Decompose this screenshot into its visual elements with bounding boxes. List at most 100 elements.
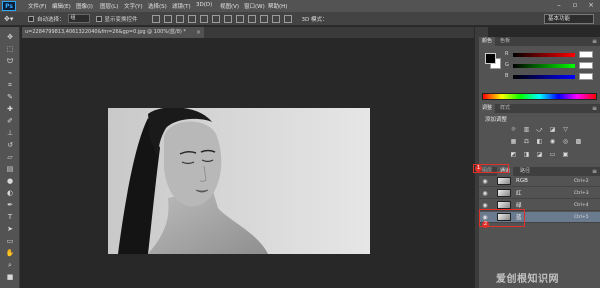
vibrance-icon[interactable]: ▽ [561, 126, 570, 134]
history-brush-icon[interactable]: ↺ [4, 141, 16, 150]
auto-select-dropdown[interactable]: 组 [67, 14, 90, 23]
menu-edit[interactable]: 编辑(E) [52, 2, 76, 10]
color-spectrum-bar[interactable] [482, 93, 597, 100]
zoom-icon[interactable]: ⌕ [4, 261, 16, 270]
align-top-icon[interactable] [151, 14, 160, 23]
channel-mixer-icon[interactable]: ◎ [561, 138, 570, 146]
brightness-icon[interactable]: ☼ [509, 126, 518, 134]
panel-menu-icon[interactable]: ≡ [592, 104, 597, 113]
invert-icon[interactable]: ◩ [509, 151, 518, 159]
align-bottom-icon[interactable] [175, 14, 184, 23]
slider-g[interactable]: G [505, 62, 595, 69]
menu-3d[interactable]: 3D(D) [196, 2, 220, 10]
quick-select-icon[interactable]: ⌁ [4, 69, 16, 78]
gradient-icon[interactable]: ▤ [4, 165, 16, 174]
align-hcenter-icon[interactable] [199, 14, 208, 23]
slider-r[interactable]: R [505, 51, 595, 58]
brush-icon[interactable]: ✐ [4, 117, 16, 126]
distribute-top-icon[interactable] [223, 14, 232, 23]
menu-select[interactable]: 选择(S) [148, 2, 172, 10]
lasso-icon[interactable]: ᗢ [4, 57, 16, 66]
shape-icon[interactable]: ▭ [4, 237, 16, 246]
show-transform-label: 显示变换控件 [104, 16, 138, 23]
workspace-dropdown[interactable]: 基本功能 [544, 14, 594, 24]
tab-styles[interactable]: 样式 [497, 104, 513, 113]
align-right-icon[interactable] [211, 14, 220, 23]
adjustment-row-3: ◩ ◨ ◪ ▭ ▣ [509, 151, 570, 159]
threshold-icon[interactable]: ◪ [535, 151, 544, 159]
foreground-color-swatch[interactable] [485, 53, 496, 64]
menu-help[interactable]: 帮助(H) [268, 2, 292, 10]
auto-select-label: 自动选择： [37, 16, 65, 23]
menu-file[interactable]: 文件(F) [28, 2, 52, 10]
tab-adjustments[interactable]: 调整 [479, 104, 496, 113]
crop-icon[interactable]: ⌗ [4, 81, 16, 90]
menu-view[interactable]: 视图(V) [220, 2, 244, 10]
minimize-icon[interactable]: – [554, 1, 564, 10]
eyedropper-icon[interactable]: ✎ [4, 93, 16, 102]
color-swatch-icon[interactable]: ■ [4, 273, 16, 282]
eraser-icon[interactable]: ▱ [4, 153, 16, 162]
auto-select-checkbox[interactable] [28, 15, 34, 22]
menu-filter[interactable]: 滤镜(T) [172, 2, 196, 10]
distribute-left-icon[interactable] [259, 14, 268, 23]
visibility-icon[interactable]: ◉ [481, 190, 489, 197]
exposure-icon[interactable]: ◪ [548, 126, 557, 134]
color-balance-icon[interactable]: ⚖ [522, 138, 531, 146]
marquee-icon[interactable]: ⬚ [4, 45, 16, 54]
path-select-icon[interactable]: ➤ [4, 225, 16, 234]
visibility-icon[interactable]: ◉ [481, 178, 489, 185]
dodge-icon[interactable]: ◐ [4, 189, 16, 198]
clone-stamp-icon[interactable]: ⊥ [4, 129, 16, 138]
color-lookup-icon[interactable]: ▩ [574, 138, 583, 146]
close-icon[interactable]: × [586, 1, 596, 10]
distribute-hcenter-icon[interactable] [271, 14, 280, 23]
channel-row[interactable]: ◉ RGB Ctrl+2 [479, 176, 600, 187]
move-tool-icon[interactable]: ✥▾ [4, 14, 22, 24]
menu-bar: Ps 文件(F) 编辑(E) 图像(I) 图层(L) 文字(Y) 选择(S) 滤… [0, 0, 600, 12]
levels-icon[interactable]: ▥ [522, 126, 531, 134]
black-white-icon[interactable]: ◧ [535, 138, 544, 146]
distribute-vcenter-icon[interactable] [235, 14, 244, 23]
gradient-map-icon[interactable]: ▭ [548, 151, 557, 159]
canvas-area[interactable] [22, 38, 474, 288]
posterize-icon[interactable]: ◨ [522, 151, 531, 159]
photoshop-window: Ps 文件(F) 编辑(E) 图像(I) 图层(L) 文字(Y) 选择(S) 滤… [0, 0, 600, 288]
selective-color-icon[interactable]: ▣ [561, 151, 570, 159]
hue-saturation-icon[interactable]: ▦ [509, 138, 518, 146]
adjustment-row-1: ☼ ▥ ⤻ ◪ ▽ [509, 126, 570, 134]
healing-brush-icon[interactable]: ✚ [4, 105, 16, 114]
menu-image[interactable]: 图像(I) [76, 2, 100, 10]
document-image[interactable] [108, 108, 370, 254]
slider-b[interactable]: B [505, 73, 595, 80]
blur-icon[interactable]: ● [4, 177, 16, 186]
channel-row[interactable]: ◉ 红 Ctrl+3 [479, 188, 600, 199]
menu-type[interactable]: 文字(Y) [124, 2, 148, 10]
move-icon[interactable]: ✥ [4, 33, 16, 42]
align-left-icon[interactable] [187, 14, 196, 23]
restore-icon[interactable]: ▫ [570, 1, 580, 10]
close-tab-icon[interactable]: × [196, 27, 201, 38]
menu-list: 文件(F) 编辑(E) 图像(I) 图层(L) 文字(Y) 选择(S) 滤镜(T… [28, 2, 292, 10]
tab-paths[interactable]: 路径 [517, 167, 533, 176]
menu-window[interactable]: 窗口(W) [244, 2, 268, 10]
photo-filter-icon[interactable]: ◉ [548, 138, 557, 146]
panel-menu-icon[interactable]: ≡ [592, 37, 597, 46]
tab-color[interactable]: 颜色 [479, 37, 496, 46]
document-tab[interactable]: u=2284799813,4061322040&fm=26&gp=0.jpg @… [22, 27, 204, 38]
distribute-bottom-icon[interactable] [247, 14, 256, 23]
menu-layer[interactable]: 图层(L) [100, 2, 124, 10]
app-logo: Ps [2, 1, 16, 11]
pen-icon[interactable]: ✒ [4, 201, 16, 210]
show-transform-checkbox[interactable] [95, 15, 102, 22]
distribute-right-icon[interactable] [283, 14, 292, 23]
panel-menu-icon[interactable]: ≡ [592, 167, 597, 176]
hand-icon[interactable]: ✋ [4, 249, 16, 258]
align-vcenter-icon[interactable] [163, 14, 172, 23]
type-icon[interactable]: T [4, 213, 16, 222]
curves-icon[interactable]: ⤻ [535, 126, 544, 134]
adjustments-panel: 添加调整 ☼ ▥ ⤻ ◪ ▽ ▦ ⚖ ◧ ◉ ◎ ▩ ◩ ◨ ◪ ▭ ▣ [479, 113, 600, 163]
window-controls: – ▫ × [554, 1, 596, 10]
tab-swatches[interactable]: 色板 [497, 37, 513, 46]
visibility-icon[interactable]: ◉ [481, 202, 489, 209]
